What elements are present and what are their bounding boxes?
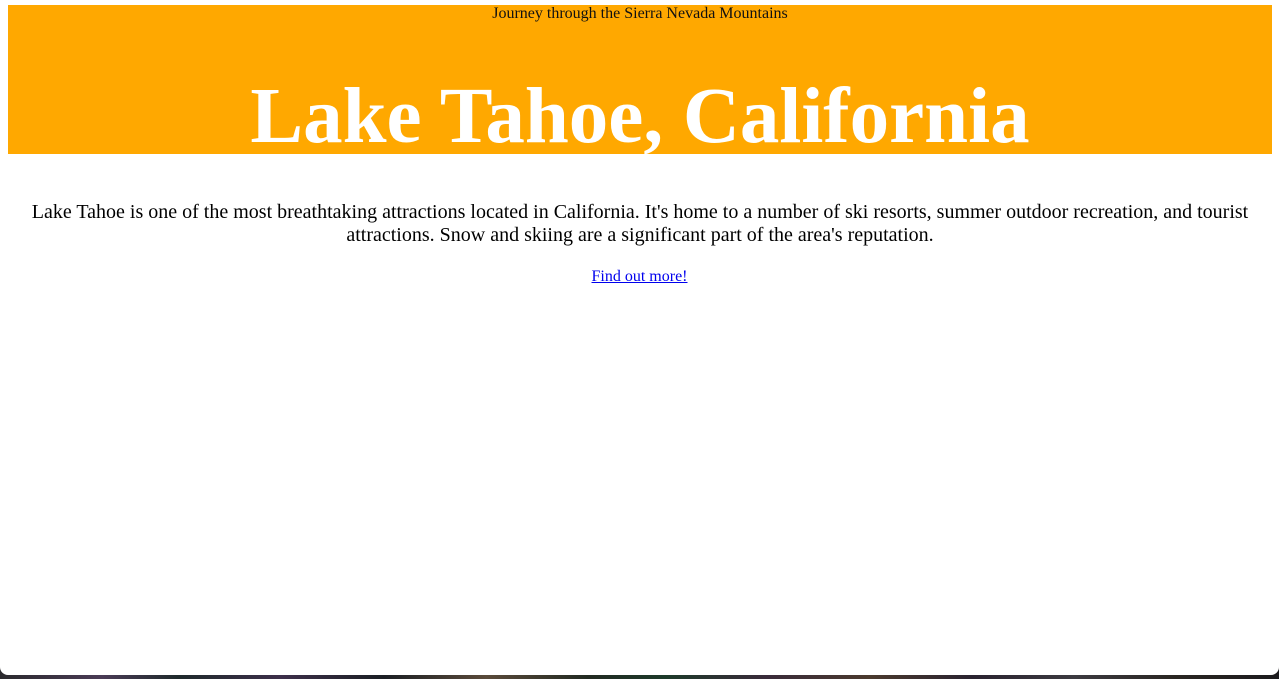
find-out-more-link[interactable]: Find out more!: [592, 268, 688, 285]
header-tagline: Journey through the Sierra Nevada Mounta…: [492, 5, 788, 22]
link-container: Find out more!: [0, 267, 1279, 287]
header-banner: Journey through the Sierra Nevada Mounta…: [8, 5, 1272, 154]
page-title: Lake Tahoe, California: [250, 73, 1030, 154]
description-text: Lake Tahoe is one of the most breathtaki…: [31, 201, 1249, 246]
content-card: Journey through the Sierra Nevada Mounta…: [0, 0, 1279, 675]
